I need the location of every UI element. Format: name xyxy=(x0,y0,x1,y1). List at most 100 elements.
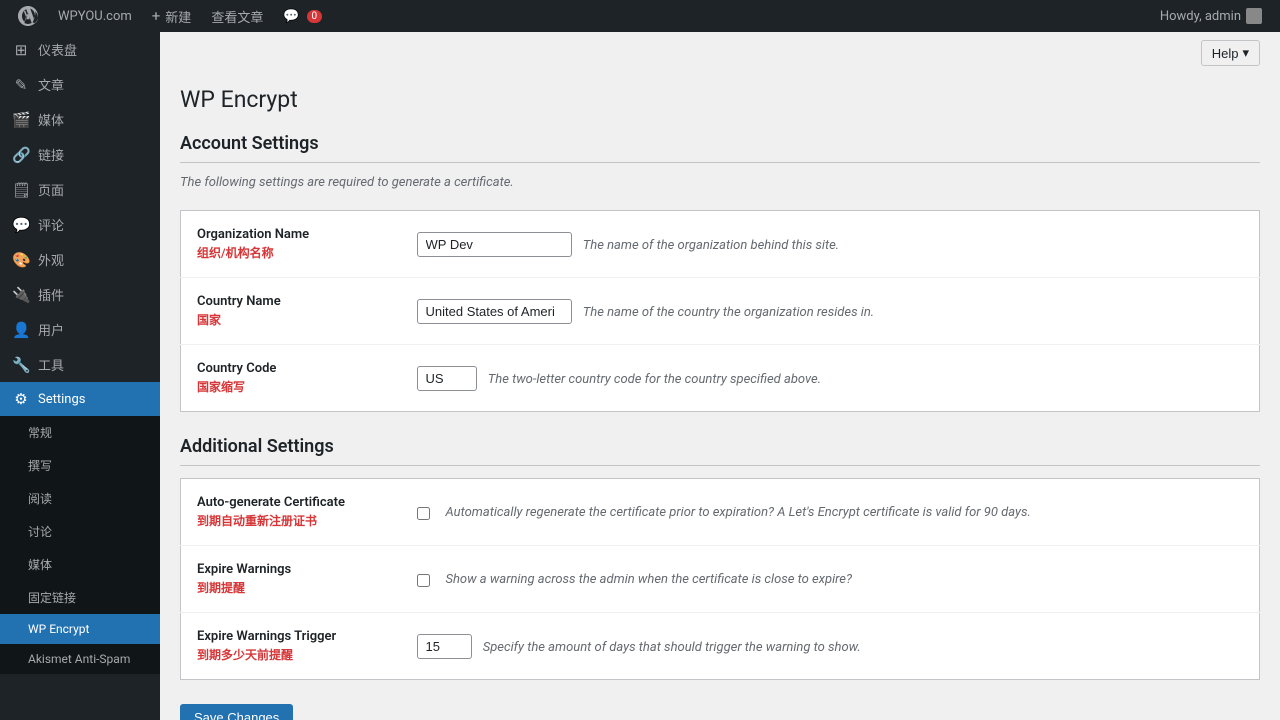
expire-warnings-desc: Show a warning across the admin when the… xyxy=(446,572,852,587)
additional-settings-table: Auto-generate Certificate 到期自动重新注册证书 Aut… xyxy=(180,478,1260,680)
org-name-label-en: Organization Name xyxy=(197,227,385,242)
auto-generate-checkbox[interactable] xyxy=(417,507,430,520)
additional-settings-heading: Additional Settings xyxy=(180,436,1260,466)
expire-trigger-row: Expire Warnings Trigger 到期多少天前提醒 Specify… xyxy=(181,613,1260,680)
howdy-text: Howdy, admin xyxy=(1160,9,1241,24)
expire-warnings-row: Expire Warnings 到期提醒 Show a warning acro… xyxy=(181,546,1260,613)
submenu-reading-label: 阅读 xyxy=(28,490,52,507)
save-changes-button[interactable]: Save Changes xyxy=(180,704,293,720)
admin-bar-howdy: Howdy, admin xyxy=(1150,8,1272,24)
sidebar-item-label: 链接 xyxy=(38,145,64,164)
admin-bar-comments[interactable]: 💬 0 xyxy=(273,0,332,32)
submenu-discussion[interactable]: 讨论 xyxy=(0,515,160,548)
expire-warnings-label-en: Expire Warnings xyxy=(197,562,385,577)
sidebar-item-dashboard[interactable]: ⊞ 仪表盘 xyxy=(0,32,160,67)
sidebar-item-pages[interactable]: 🗒 页面 xyxy=(0,172,160,207)
account-settings-heading: Account Settings xyxy=(180,133,1260,163)
expire-trigger-cell: Specify the amount of days that should t… xyxy=(401,613,1260,680)
new-icon: + xyxy=(152,7,161,25)
submenu-reading[interactable]: 阅读 xyxy=(0,482,160,515)
account-settings-table: Organization Name 组织/机构名称 The name of th… xyxy=(180,210,1260,412)
main-content: Help ▾ WP Encrypt Account Settings The f… xyxy=(160,32,1280,720)
sidebar-item-settings[interactable]: ⚙ Settings xyxy=(0,382,160,416)
sidebar-item-label: 文章 xyxy=(38,75,64,94)
sidebar-item-label: Settings xyxy=(38,392,85,407)
submenu-permalink[interactable]: 固定链接 xyxy=(0,581,160,614)
sidebar-item-comments[interactable]: 💬 评论 xyxy=(0,207,160,242)
country-name-input[interactable] xyxy=(417,299,572,324)
submenu-writing[interactable]: 撰写 xyxy=(0,449,160,482)
org-name-input[interactable] xyxy=(417,232,572,257)
org-name-label: Organization Name 组织/机构名称 xyxy=(181,211,401,278)
org-name-row: Organization Name 组织/机构名称 The name of th… xyxy=(181,211,1260,278)
sidebar-item-users[interactable]: 👤 用户 xyxy=(0,312,160,347)
expire-trigger-input[interactable] xyxy=(417,634,472,659)
country-name-row: Country Name 国家 The name of the country … xyxy=(181,278,1260,345)
sidebar-item-appearance[interactable]: 🎨 外观 xyxy=(0,242,160,277)
expire-trigger-desc: Specify the amount of days that should t… xyxy=(483,640,861,655)
content-area: WP Encrypt Account Settings The followin… xyxy=(160,66,1280,720)
sidebar-item-links[interactable]: 🔗 链接 xyxy=(0,137,160,172)
new-label: 新建 xyxy=(165,7,191,26)
expire-warnings-label-cn: 到期提醒 xyxy=(197,579,385,596)
admin-bar-view-posts[interactable]: 查看文章 xyxy=(201,0,273,32)
country-name-label-en: Country Name xyxy=(197,294,385,309)
submenu-writing-label: 撰写 xyxy=(28,457,52,474)
admin-bar-new[interactable]: + 新建 xyxy=(142,0,202,32)
country-code-label-cn: 国家缩写 xyxy=(197,378,385,395)
sidebar-item-posts[interactable]: ✎ 文章 xyxy=(0,67,160,102)
expire-warnings-checkbox[interactable] xyxy=(417,574,430,587)
page-title: WP Encrypt xyxy=(180,86,1260,113)
pages-icon: 🗒 xyxy=(12,181,30,199)
expire-trigger-label-en: Expire Warnings Trigger xyxy=(197,629,385,644)
expire-trigger-label-cn: 到期多少天前提醒 xyxy=(197,646,385,663)
help-button[interactable]: Help ▾ xyxy=(1201,40,1260,66)
country-code-label: Country Code 国家缩写 xyxy=(181,345,401,412)
expire-trigger-label: Expire Warnings Trigger 到期多少天前提醒 xyxy=(181,613,401,680)
expire-warnings-cell: Show a warning across the admin when the… xyxy=(401,546,1260,613)
sidebar-item-plugins[interactable]: 🔌 插件 xyxy=(0,277,160,312)
submenu-general[interactable]: 常规 xyxy=(0,416,160,449)
appearance-icon: 🎨 xyxy=(12,251,30,269)
admin-bar-site[interactable]: WPYOU.com xyxy=(48,0,142,32)
plugins-icon: 🔌 xyxy=(12,286,30,304)
submenu-wp-encrypt[interactable]: WP Encrypt xyxy=(0,614,160,644)
sidebar-item-label: 工具 xyxy=(38,355,64,374)
country-code-row: Country Code 国家缩写 The two-letter country… xyxy=(181,345,1260,412)
sidebar-item-label: 评论 xyxy=(38,215,64,234)
country-name-desc: The name of the country the organization… xyxy=(583,305,874,320)
posts-icon: ✎ xyxy=(12,76,30,94)
admin-bar: WPYOU.com + 新建 查看文章 💬 0 Howdy, admin xyxy=(0,0,1280,32)
org-name-desc: The name of the organization behind this… xyxy=(583,238,839,253)
expire-warnings-label: Expire Warnings 到期提醒 xyxy=(181,546,401,613)
submenu-media[interactable]: 媒体 xyxy=(0,548,160,581)
submenu-wp-encrypt-label: WP Encrypt xyxy=(28,622,89,636)
org-name-cell: The name of the organization behind this… xyxy=(401,211,1260,278)
sidebar-item-label: 用户 xyxy=(38,320,64,339)
sidebar-item-label: 外观 xyxy=(38,250,64,269)
submenu-permalink-label: 固定链接 xyxy=(28,589,76,606)
country-code-cell: The two-letter country code for the coun… xyxy=(401,345,1260,412)
auto-generate-cell: Automatically regenerate the certificate… xyxy=(401,479,1260,546)
sidebar-item-tools[interactable]: 🔧 工具 xyxy=(0,347,160,382)
country-name-label: Country Name 国家 xyxy=(181,278,401,345)
country-name-label-cn: 国家 xyxy=(197,311,385,328)
sidebar-item-label: 页面 xyxy=(38,180,64,199)
country-code-input[interactable] xyxy=(417,366,477,391)
account-settings-description: The following settings are required to g… xyxy=(180,175,1260,190)
comment-count-badge: 0 xyxy=(307,10,323,23)
submenu-akismet[interactable]: Akismet Anti-Spam xyxy=(0,644,160,674)
org-name-label-cn: 组织/机构名称 xyxy=(197,244,385,261)
sidebar-item-media[interactable]: 🎬 媒体 xyxy=(0,102,160,137)
chevron-down-icon: ▾ xyxy=(1242,45,1249,61)
links-icon: 🔗 xyxy=(12,146,30,164)
settings-icon: ⚙ xyxy=(12,390,30,408)
site-name: WPYOU.com xyxy=(58,9,132,24)
auto-generate-label: Auto-generate Certificate 到期自动重新注册证书 xyxy=(181,479,401,546)
comment-icon: 💬 xyxy=(283,9,299,24)
settings-submenu: 常规 撰写 阅读 讨论 媒体 固定链接 WP Encrypt Akismet A… xyxy=(0,416,160,674)
sidebar: ⊞ 仪表盘 ✎ 文章 🎬 媒体 🔗 链接 🗒 页面 💬 评论 🎨 外观 🔌 xyxy=(0,32,160,720)
wp-logo[interactable] xyxy=(8,0,48,32)
tools-icon: 🔧 xyxy=(12,356,30,374)
auto-generate-label-en: Auto-generate Certificate xyxy=(197,495,385,510)
